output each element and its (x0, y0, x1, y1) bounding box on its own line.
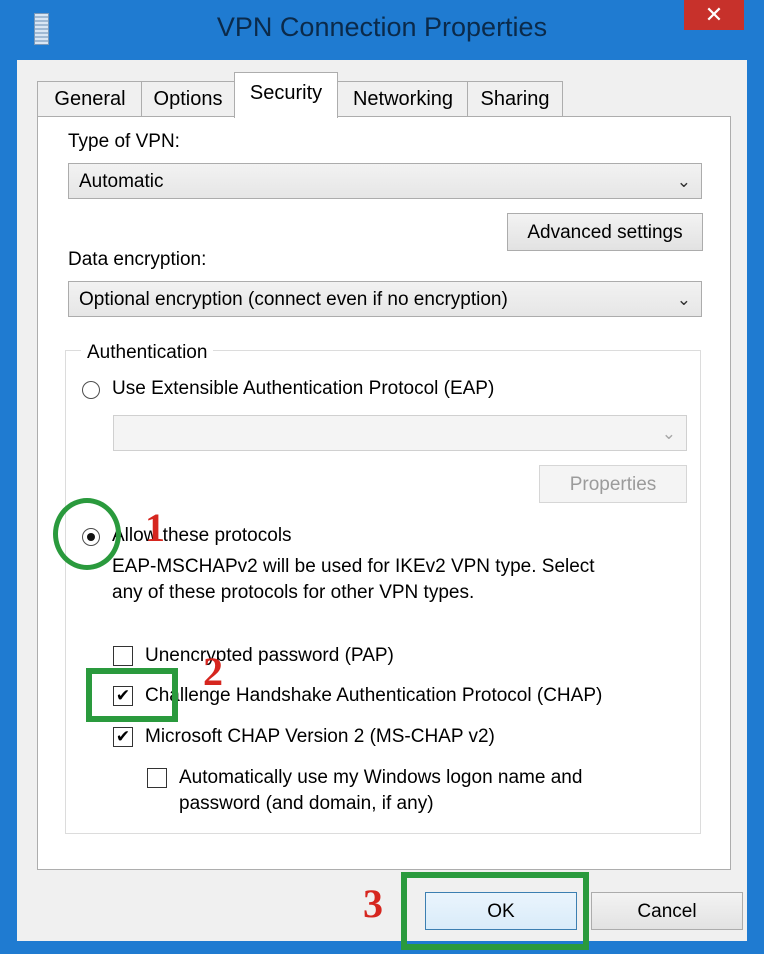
pap-checkbox[interactable] (113, 646, 133, 666)
vpn-properties-window: VPN Connection Properties ✕ General Opti… (0, 0, 764, 954)
chevron-down-icon: ⌄ (676, 290, 691, 309)
dialog-client-area: General Options Security Networking Shar… (17, 60, 747, 950)
advanced-settings-button[interactable]: Advanced settings (507, 213, 703, 251)
authentication-group-label: Authentication (81, 342, 214, 364)
data-encryption-dropdown[interactable]: Optional encryption (connect even if no … (68, 281, 702, 317)
eap-option-label[interactable]: Use Extensible Authentication Protocol (… (112, 378, 494, 400)
annotation-box-chap (86, 668, 178, 722)
chevron-down-icon: ⌄ (661, 424, 676, 443)
vpn-type-value: Automatic (79, 171, 164, 192)
eap-method-dropdown: ⌄ (113, 415, 687, 451)
data-encryption-label: Data encryption: (68, 249, 207, 270)
auto-logon-label-line1[interactable]: Automatically use my Windows logon name … (179, 767, 582, 789)
eap-properties-button: Properties (539, 465, 687, 503)
eap-radio[interactable] (82, 381, 100, 399)
data-encryption-value: Optional encryption (connect even if no … (79, 289, 508, 310)
annotation-number-2: 2 (203, 649, 223, 694)
allow-protocols-note-line2: any of these protocols for other VPN typ… (112, 582, 475, 603)
mschapv2-label[interactable]: Microsoft CHAP Version 2 (MS-CHAP v2) (145, 726, 495, 748)
annotation-circle (53, 498, 121, 570)
annotation-number-1: 1 (145, 505, 165, 550)
tab-general[interactable]: General (37, 81, 143, 116)
close-icon: ✕ (704, 2, 724, 27)
close-button[interactable]: ✕ (684, 0, 744, 30)
annotation-number-3: 3 (363, 881, 383, 926)
vpn-type-label: Type of VPN: (68, 131, 180, 152)
window-title: VPN Connection Properties (216, 12, 548, 42)
auto-logon-checkbox[interactable] (147, 768, 167, 788)
pap-label[interactable]: Unencrypted password (PAP) (145, 645, 394, 667)
vpn-type-dropdown[interactable]: Automatic ⌄ (68, 163, 702, 199)
cancel-button[interactable]: Cancel (591, 892, 743, 930)
chevron-down-icon: ⌄ (676, 172, 691, 191)
tab-options[interactable]: Options (141, 81, 235, 116)
tab-security[interactable]: Security (234, 72, 338, 118)
allow-protocols-note-line1: EAP-MSCHAPv2 will be used for IKEv2 VPN … (112, 556, 595, 577)
auto-logon-label-line2[interactable]: password (and domain, if any) (179, 793, 434, 815)
title-bar[interactable]: VPN Connection Properties ✕ (0, 0, 764, 60)
checkmark-icon: ✔ (115, 727, 131, 746)
mschapv2-checkbox[interactable]: ✔ (113, 727, 133, 747)
tab-sharing[interactable]: Sharing (467, 81, 563, 116)
annotation-box-ok (401, 872, 589, 950)
tab-networking[interactable]: Networking (337, 81, 469, 116)
allow-protocols-label[interactable]: Allow these protocols (112, 525, 292, 547)
